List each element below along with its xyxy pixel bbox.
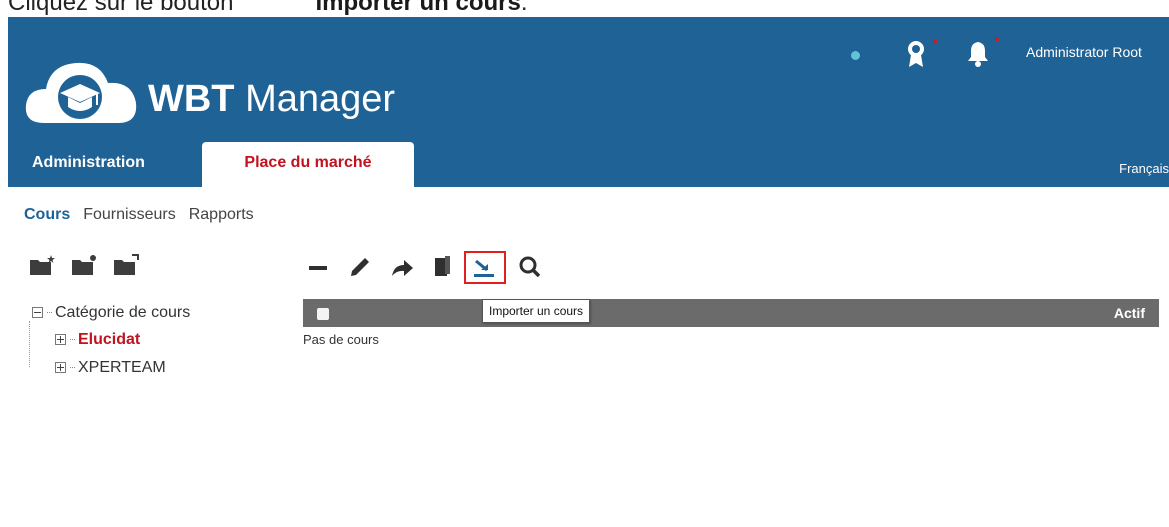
share-arrow-icon[interactable] <box>388 252 416 282</box>
expand-icon[interactable] <box>55 362 66 374</box>
instruction-text: Cliquez sur le bouton Importer un cours. <box>8 0 528 17</box>
column-actif[interactable]: Actif <box>1114 305 1145 321</box>
select-all-checkbox[interactable] <box>317 308 329 320</box>
language-selector[interactable]: Français <box>1119 161 1169 176</box>
import-icon <box>474 259 494 277</box>
brand-bold: WBT <box>148 78 235 120</box>
tab-administration[interactable]: Administration <box>32 142 145 187</box>
instruction-prefix: Cliquez sur le bouton <box>8 0 234 16</box>
subnav-fournisseurs[interactable]: Fournisseurs <box>83 206 175 223</box>
award-badge-icon[interactable] <box>905 39 929 69</box>
badge-notification-dot <box>933 39 937 43</box>
minus-icon[interactable] <box>305 252 333 282</box>
move-folder-icon[interactable] <box>113 254 139 276</box>
instruction-bold: Importer un cours <box>315 0 521 16</box>
add-folder-icon[interactable] <box>29 254 55 276</box>
subnav-cours[interactable]: Cours <box>24 206 70 223</box>
brand-rest: Manager <box>234 78 396 120</box>
import-course-button[interactable] <box>464 251 506 284</box>
tree-item-xperteam[interactable]: XPERTEAM <box>55 360 166 376</box>
course-grid-header: Actif <box>303 299 1159 327</box>
user-name[interactable]: Administrator Root <box>1026 44 1142 60</box>
bell-notification-dot <box>995 37 999 41</box>
collapse-icon[interactable] <box>32 307 43 319</box>
expand-icon[interactable] <box>55 334 66 346</box>
app-header: WBT Manager Administrator Root Administr… <box>8 17 1169 187</box>
search-icon[interactable] <box>516 252 544 282</box>
tree-root-label: Catégorie de cours <box>55 304 191 321</box>
tree-connector <box>29 321 30 367</box>
instruction-suffix: . <box>520 0 528 16</box>
empty-grid-message: Pas de cours <box>303 332 379 347</box>
copy-icon[interactable] <box>428 252 456 282</box>
subnav-rapports[interactable]: Rapports <box>189 206 254 223</box>
sub-navigation: Cours Fournisseurs Rapports <box>24 206 267 224</box>
status-dot-icon <box>851 51 860 60</box>
tab-place-du-marche[interactable]: Place du marché <box>202 142 414 187</box>
import-tooltip: Importer un cours <box>482 299 591 323</box>
tree-item-label: XPERTEAM <box>78 359 166 376</box>
tree-root[interactable]: Catégorie de cours <box>32 305 190 321</box>
bell-icon[interactable] <box>964 39 992 67</box>
tree-item-elucidat[interactable]: Elucidat <box>55 332 140 348</box>
brand-name: WBT Manager <box>148 77 395 121</box>
edit-folder-icon[interactable] <box>71 254 97 276</box>
logo-cloud-icon <box>25 62 137 123</box>
pencil-icon[interactable] <box>345 252 373 282</box>
tree-item-label: Elucidat <box>78 331 141 348</box>
